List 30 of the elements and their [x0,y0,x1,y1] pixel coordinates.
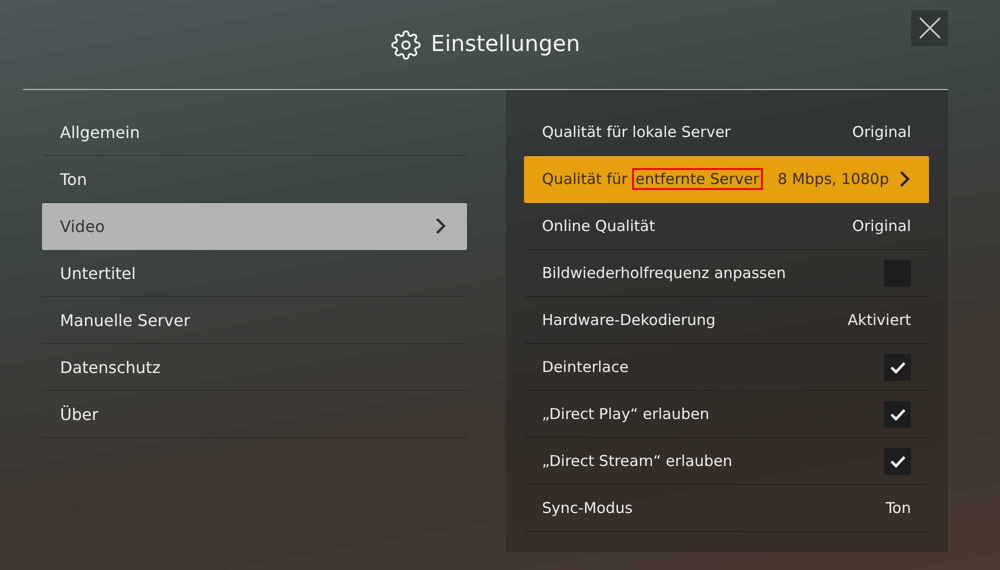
category-item[interactable]: Über [42,391,467,438]
setting-value: 8 Mbps, 1080p [778,170,889,188]
setting-value: Original [852,123,911,141]
category-item[interactable]: Untertitel [42,250,467,297]
category-item[interactable]: Datenschutz [42,344,467,391]
setting-label: „Direct Play“ erlauben [542,405,710,423]
setting-label: Bildwiederholfrequenz anpassen [542,264,786,282]
setting-row[interactable]: Deinterlace [524,344,929,391]
setting-row[interactable]: „Direct Stream“ erlauben [524,438,929,485]
setting-value: Aktiviert [848,311,911,329]
setting-label: Qualität für lokale Server [542,123,731,141]
category-item[interactable]: Video [42,203,467,250]
setting-row[interactable]: „Direct Play“ erlauben [524,391,929,438]
setting-row[interactable]: Hardware-Dekodierung Aktiviert [524,297,929,344]
setting-label: Sync-Modus [542,499,633,517]
highlight-box: entfernte Server [632,168,764,190]
setting-row[interactable]: Bildwiederholfrequenz anpassen [524,250,929,297]
setting-label: „Direct Stream“ erlauben [542,452,732,470]
setting-row[interactable]: Qualität für entfernte Server 8 Mbps, 1080p [524,156,929,203]
setting-row[interactable]: Sync-Modus Ton [524,485,929,532]
setting-label: Deinterlace [542,358,629,376]
setting-value: Ton [886,499,911,517]
setting-label: Online Qualität [542,217,655,235]
category-item[interactable]: Allgemein [42,109,467,156]
setting-label: Qualität für [542,170,628,188]
category-item[interactable]: Manuelle Server [42,297,467,344]
setting-label: Hardware-Dekodierung [542,311,716,329]
setting-row[interactable]: Online Qualität Original [524,203,929,250]
dialog-title: Einstellungen [430,32,580,57]
setting-value: Original [852,217,911,235]
